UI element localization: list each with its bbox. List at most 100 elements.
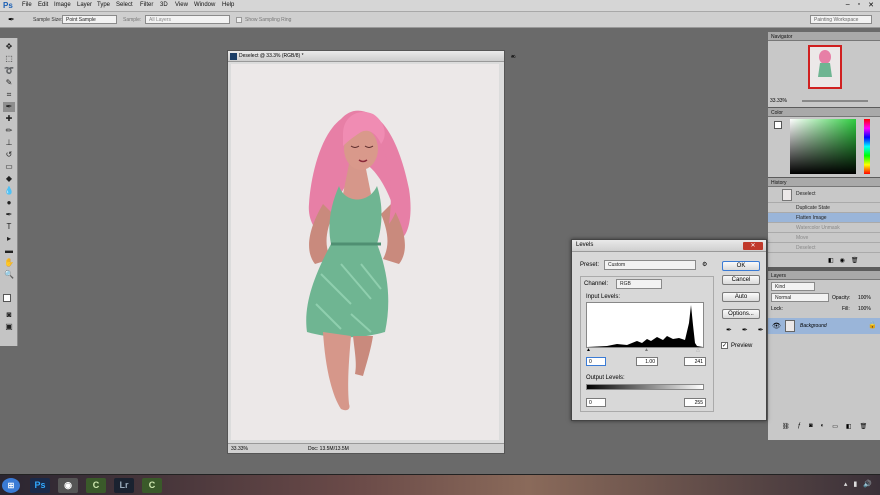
navigator-zoom[interactable]: 33.33% — [770, 98, 787, 104]
hand-tool-icon[interactable]: ✋ — [3, 258, 15, 268]
cancel-button[interactable]: Cancel — [722, 275, 760, 285]
dodge-tool-icon[interactable]: ● — [3, 198, 15, 208]
screen-mode-icon[interactable]: ▣ — [3, 322, 15, 332]
menu-window[interactable]: Window — [194, 2, 215, 8]
layer-row-background[interactable]: 👁 Background 🔒 — [768, 318, 880, 334]
sample-size-select[interactable]: Point Sample — [62, 15, 117, 24]
pen-tool-icon[interactable]: ✒ — [3, 210, 15, 220]
crop-tool-icon[interactable]: ⌗ — [3, 90, 15, 100]
eyedropper-tool-icon[interactable]: ✒ — [3, 102, 15, 112]
camtasia-taskbar-icon[interactable]: C — [86, 478, 106, 493]
type-tool-icon[interactable]: T — [3, 222, 15, 232]
document-title-bar[interactable]: Deselect @ 33.3% (RGB/8) * – ▭ ✕ — [228, 51, 516, 62]
adjustment-layer-icon[interactable]: ◐ — [821, 423, 825, 430]
chrome-taskbar-icon[interactable]: ◉ — [58, 478, 78, 493]
opacity-value[interactable]: 100% — [858, 295, 871, 301]
lightroom-taskbar-icon[interactable]: Lr — [114, 478, 134, 493]
menu-layer[interactable]: Layer — [77, 2, 92, 8]
navigator-zoom-slider[interactable] — [802, 100, 868, 102]
white-eyedropper-icon[interactable]: ✒ — [758, 326, 764, 334]
visibility-eye-icon[interactable]: 👁 — [772, 322, 781, 330]
healing-tool-icon[interactable]: ✚ — [3, 114, 15, 124]
preset-options-icon[interactable]: ⚙ — [702, 261, 707, 268]
stamp-tool-icon[interactable]: ⊥ — [3, 138, 15, 148]
history-item[interactable]: Move — [768, 233, 880, 243]
preset-select[interactable]: Custom — [604, 260, 696, 270]
network-icon[interactable]: ▮ — [853, 480, 857, 488]
input-gamma-field[interactable]: 1.00 — [636, 357, 658, 366]
minimize-icon[interactable]: – — [846, 1, 850, 9]
auto-button[interactable]: Auto — [722, 292, 760, 302]
delete-layer-icon[interactable]: 🗑 — [860, 423, 868, 430]
new-snapshot-icon[interactable]: ◉ — [840, 257, 845, 264]
input-slider-track[interactable]: ▲ ▲ △ — [586, 347, 704, 354]
move-tool-icon[interactable]: ✥ — [3, 42, 15, 52]
options-button[interactable]: Options... — [722, 309, 760, 319]
windows-start-icon[interactable]: ⊞ — [2, 478, 20, 493]
hue-slider[interactable] — [864, 119, 870, 174]
quick-mask-icon[interactable]: ◙ — [3, 310, 15, 320]
layer-name[interactable]: Background — [800, 323, 827, 329]
output-gradient[interactable] — [586, 384, 704, 390]
navigator-thumbnail[interactable] — [808, 45, 842, 89]
layer-style-icon[interactable]: ƒ — [798, 423, 801, 430]
history-item[interactable]: Deselect — [768, 187, 880, 203]
blend-mode-select[interactable]: Normal — [771, 293, 829, 302]
menu-image[interactable]: Image — [54, 2, 71, 8]
history-item[interactable]: Watercolor Unmask — [768, 223, 880, 233]
workspace-select[interactable]: Painting Workspace — [810, 15, 872, 24]
fill-value[interactable]: 100% — [858, 306, 871, 312]
menu-view[interactable]: View — [175, 2, 188, 8]
history-item-active[interactable]: Flatten Image — [768, 213, 880, 223]
doc-size-info[interactable]: Doc: 13.5M/13.5M — [308, 446, 349, 452]
menu-3d[interactable]: 3D — [160, 2, 168, 8]
output-black-field[interactable]: 0 — [586, 398, 606, 407]
input-black-field[interactable]: 0 — [586, 357, 606, 366]
tray-arrow-icon[interactable]: ▴ — [844, 480, 848, 488]
color-picker-field[interactable] — [790, 119, 856, 174]
new-group-icon[interactable]: ▭ — [832, 423, 838, 430]
path-select-icon[interactable]: ▸ — [3, 234, 15, 244]
delete-state-icon[interactable]: 🗑 — [851, 257, 859, 264]
menu-file[interactable]: File — [22, 2, 32, 8]
white-point-handle[interactable]: △ — [696, 347, 700, 353]
doc-close-icon[interactable]: ✕ — [511, 54, 515, 60]
zoom-level[interactable]: 33.33% — [231, 446, 248, 452]
history-item[interactable]: Deselect — [768, 243, 880, 253]
close-icon[interactable]: ✕ — [868, 1, 874, 9]
new-document-icon[interactable]: ◧ — [828, 257, 834, 264]
volume-icon[interactable]: 🔊 — [863, 480, 872, 488]
color-panel-header[interactable]: Color — [768, 108, 880, 117]
history-item[interactable]: Duplicate State — [768, 203, 880, 213]
show-ring-checkbox[interactable] — [236, 17, 242, 23]
camtasia-recorder-taskbar-icon[interactable]: C — [142, 478, 162, 493]
canvas[interactable] — [231, 64, 499, 440]
gray-eyedropper-icon[interactable]: ✒ — [742, 326, 748, 334]
brush-tool-icon[interactable]: ✏ — [3, 126, 15, 136]
zoom-tool-icon[interactable]: 🔍 — [3, 270, 15, 280]
shape-tool-icon[interactable]: ▬ — [3, 246, 15, 256]
output-white-field[interactable]: 255 — [684, 398, 706, 407]
history-brush-icon[interactable]: ↺ — [3, 150, 15, 160]
blur-tool-icon[interactable]: 💧 — [3, 186, 15, 196]
preview-checkbox[interactable]: ✓ — [721, 342, 728, 349]
eyedropper-tool-icon[interactable]: ✒ — [8, 15, 15, 24]
new-layer-icon[interactable]: ◧ — [846, 423, 852, 430]
black-point-handle[interactable]: ▲ — [586, 347, 591, 353]
eraser-tool-icon[interactable]: ▭ — [3, 162, 15, 172]
link-layers-icon[interactable]: ⛓ — [782, 423, 790, 430]
black-eyedropper-icon[interactable]: ✒ — [726, 326, 732, 334]
channel-select[interactable]: RGB — [616, 279, 662, 289]
menu-help[interactable]: Help — [222, 2, 234, 8]
input-white-field[interactable]: 241 — [684, 357, 706, 366]
marquee-tool-icon[interactable]: ⬚ — [3, 54, 15, 64]
photoshop-taskbar-icon[interactable]: Ps — [30, 478, 50, 493]
levels-title-bar[interactable]: Levels ✕ — [572, 240, 766, 252]
restore-icon[interactable]: ▫ — [858, 1, 860, 9]
bucket-tool-icon[interactable]: ◆ — [3, 174, 15, 184]
navigator-panel-header[interactable]: Navigator — [768, 32, 880, 41]
menu-type[interactable]: Type — [97, 2, 110, 8]
add-mask-icon[interactable]: ◙ — [809, 423, 813, 430]
foreground-color-swatch[interactable] — [3, 294, 11, 302]
quick-select-tool-icon[interactable]: ✎ — [3, 78, 15, 88]
